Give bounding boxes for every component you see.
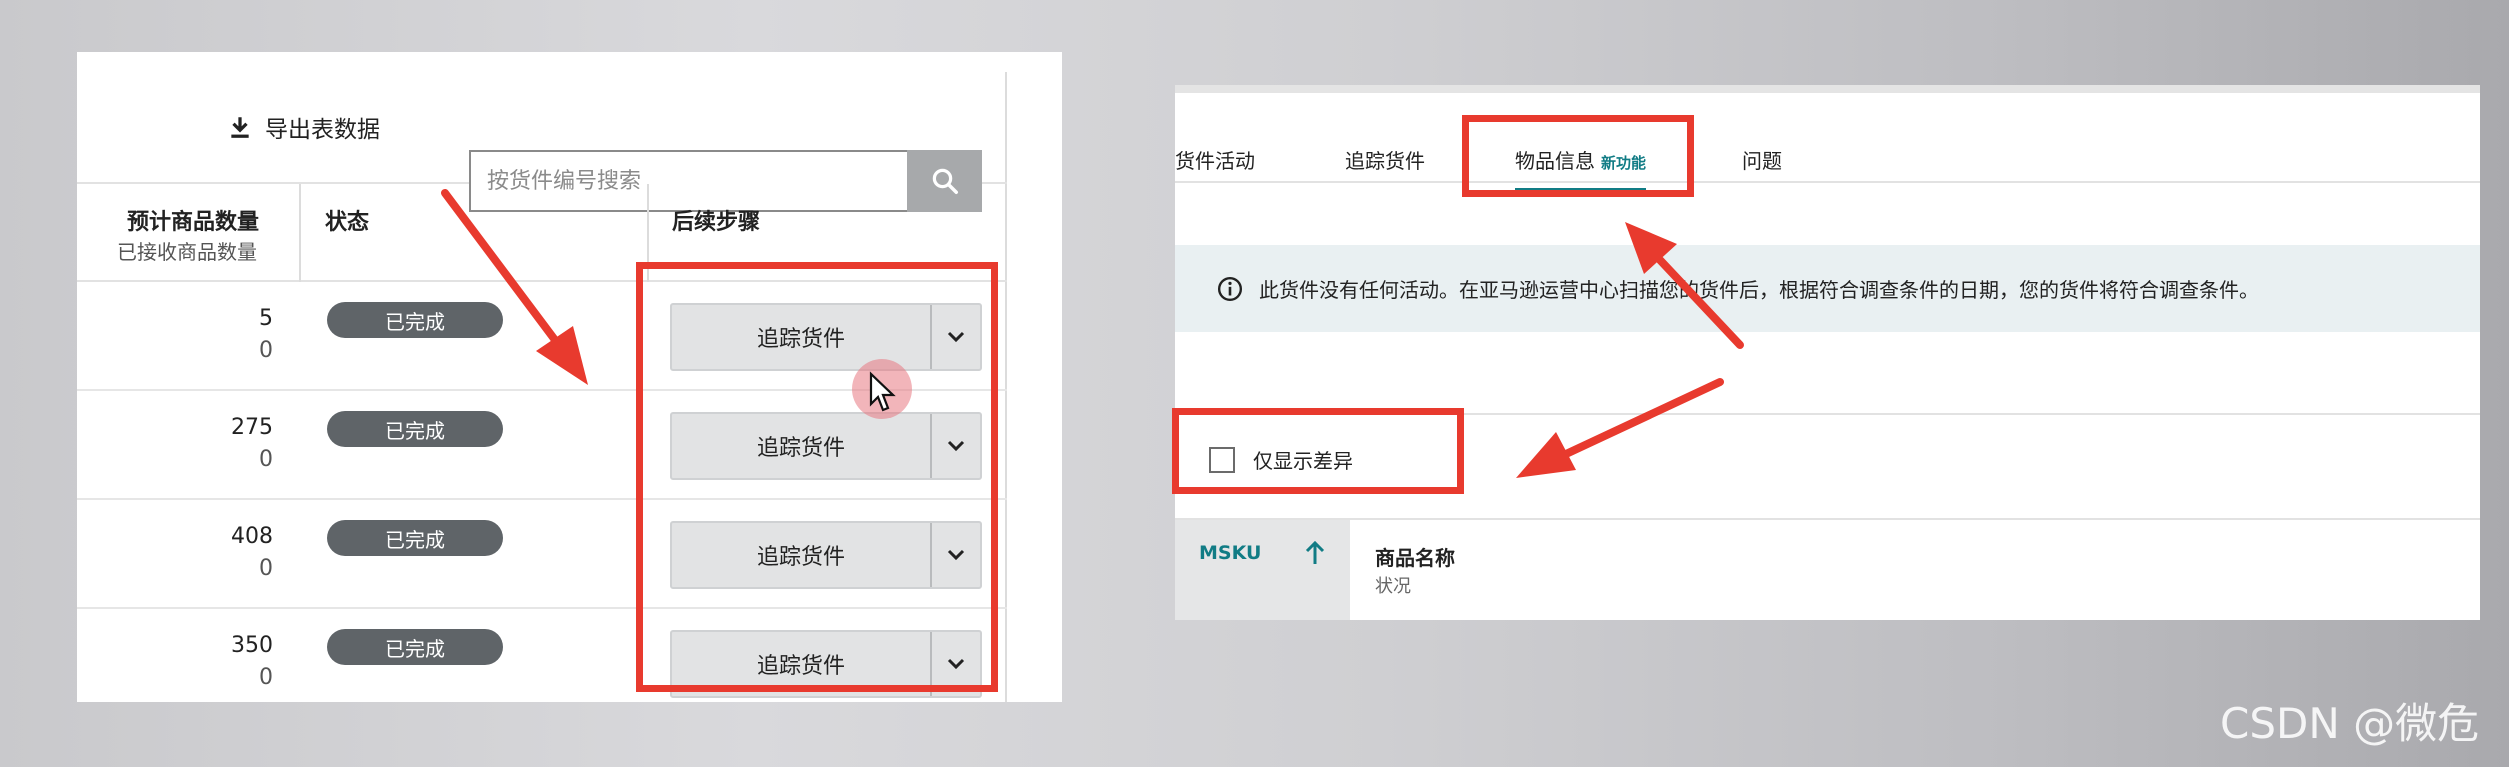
highlight-box-checkbox <box>1172 408 1464 494</box>
column-divider <box>299 184 301 282</box>
received-qty: 0 <box>259 338 273 363</box>
condition-header: 状况 <box>1375 576 1411 597</box>
info-icon <box>1217 276 1243 301</box>
msku-column-header[interactable]: MSKU <box>1175 520 1350 620</box>
received-qty: 0 <box>259 556 273 581</box>
status-badge: 已完成 <box>327 302 503 338</box>
status-badge: 已完成 <box>327 629 503 665</box>
watermark: CSDN @微危 <box>2220 699 2480 748</box>
export-label: 导出表数据 <box>265 117 380 143</box>
status-header: 状态 <box>325 210 370 235</box>
status-badge: 已完成 <box>327 411 503 447</box>
tab-shipment-activity[interactable]: 货件活动 <box>1175 145 1255 174</box>
expected-qty: 275 <box>231 415 273 440</box>
expected-qty: 5 <box>259 306 273 331</box>
expected-qty: 350 <box>231 633 273 658</box>
export-button[interactable]: 导出表数据 <box>227 110 380 144</box>
download-icon <box>231 117 249 138</box>
highlight-box-item-tab <box>1462 115 1694 197</box>
product-name-header: 商品名称 <box>1375 546 1455 570</box>
received-qty-header: 已接收商品数量 <box>117 240 257 264</box>
received-qty: 0 <box>259 447 273 472</box>
received-qty: 0 <box>259 665 273 690</box>
highlight-box-next-steps <box>636 262 998 692</box>
next-steps-header: 后续步骤 <box>672 210 761 235</box>
sort-ascending-icon <box>1305 540 1325 564</box>
alert-message: 此货件没有任何活动。在亚马逊运营中心扫描您的货件后，根据符合调查条件的日期，您的… <box>1259 278 2259 302</box>
expected-qty: 408 <box>231 524 273 549</box>
status-badge: 已完成 <box>327 520 503 556</box>
info-alert: 此货件没有任何活动。在亚马逊运营中心扫描您的货件后，根据符合调查条件的日期，您的… <box>1175 245 2480 332</box>
expected-qty-header: 预计商品数量 <box>127 210 260 235</box>
tab-issues[interactable]: 问题 <box>1742 145 1782 174</box>
detail-tabs: 货件活动 追踪货件 物品信息 新功能 问题 <box>1175 93 2480 192</box>
msku-label: MSKU <box>1199 542 1262 564</box>
items-table-header: MSKU 商品名称 状况 <box>1175 518 2480 620</box>
tab-track-shipment[interactable]: 追踪货件 <box>1345 145 1425 174</box>
shipment-detail-panel: 货件活动 追踪货件 物品信息 新功能 问题 此货件没有任何活动。在亚马逊运营中心扫… <box>1175 85 2480 620</box>
